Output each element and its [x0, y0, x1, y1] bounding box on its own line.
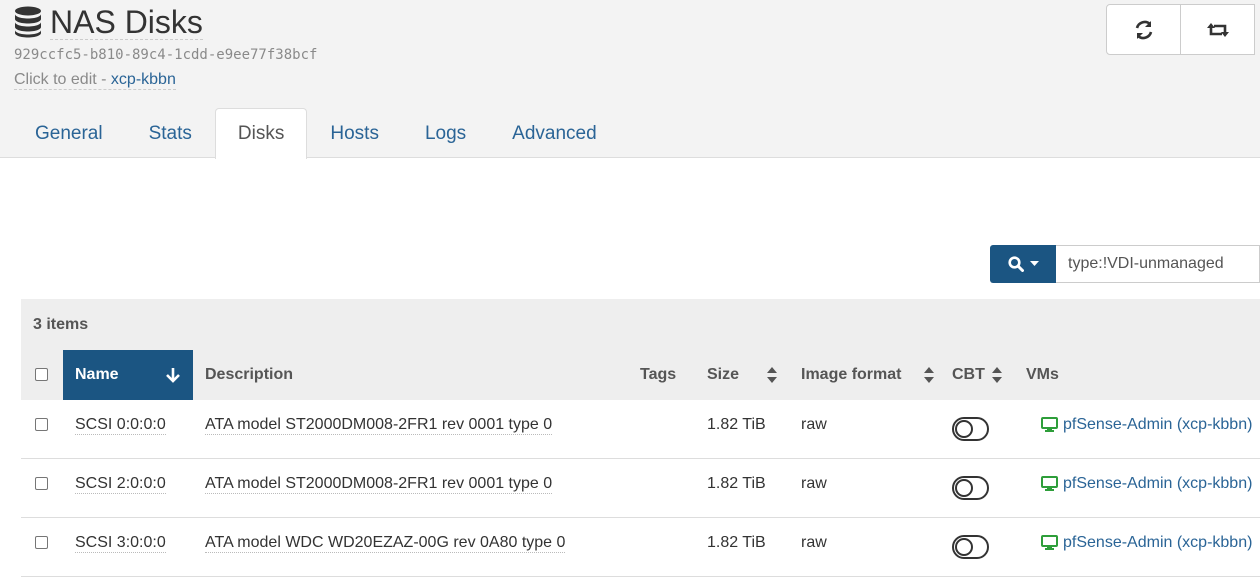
disks-table: 3 items Name Description Tags Size Image…: [21, 299, 1260, 577]
toggle-knob: [955, 479, 973, 497]
vm-link[interactable]: pfSense-Admin (xcp-kbbn): [1063, 534, 1252, 552]
disk-description[interactable]: ATA model ST2000DM008-2FR1 rev 0001 type…: [205, 416, 553, 435]
host-link[interactable]: xcp-kbbn: [111, 71, 176, 88]
cbt-toggle[interactable]: [952, 476, 989, 500]
vm-link[interactable]: pfSense-Admin (xcp-kbbn): [1063, 416, 1252, 434]
toggle-knob: [955, 538, 973, 556]
rescan-button[interactable]: [1106, 4, 1181, 55]
toggle-knob: [955, 420, 973, 438]
table-row: SCSI 3:0:0:0 ATA model WDC WD20EZAZ-00G …: [21, 518, 1260, 577]
sr-uuid: 929ccfc5-b810-89c4-1cdd-e9ee77f38bcf: [14, 47, 318, 63]
filter-input[interactable]: [1056, 245, 1260, 283]
column-cbt-label: CBT: [952, 366, 985, 383]
table-row: SCSI 2:0:0:0 ATA model ST2000DM008-2FR1 …: [21, 459, 1260, 518]
cbt-toggle[interactable]: [952, 535, 989, 559]
vm-link[interactable]: pfSense-Admin (xcp-kbbn): [1063, 475, 1252, 493]
row-checkbox[interactable]: [35, 418, 48, 431]
desktop-icon: [1041, 417, 1058, 432]
column-size[interactable]: Size: [707, 350, 739, 400]
disk-size: 1.82 TiB: [707, 416, 766, 433]
sort-icon: [924, 367, 934, 383]
arrow-down-icon: [166, 368, 180, 383]
tab-general[interactable]: General: [12, 108, 126, 158]
search-icon: [1007, 256, 1024, 272]
header-actions: [1106, 4, 1255, 55]
edit-separator: -: [96, 71, 111, 88]
disk-format: raw: [801, 475, 827, 492]
reconnect-button[interactable]: [1180, 4, 1255, 55]
column-tags: Tags: [640, 366, 677, 383]
column-image-format[interactable]: Image format: [801, 350, 901, 400]
row-checkbox[interactable]: [35, 536, 48, 549]
disk-name[interactable]: SCSI 3:0:0:0: [75, 534, 166, 553]
tab-advanced[interactable]: Advanced: [489, 108, 620, 158]
tab-stats[interactable]: Stats: [126, 108, 215, 158]
disk-name[interactable]: SCSI 2:0:0:0: [75, 475, 166, 494]
tab-hosts[interactable]: Hosts: [307, 108, 402, 158]
table-header: Name Description Tags Size Image format …: [21, 350, 1260, 400]
tab-logs[interactable]: Logs: [402, 108, 489, 158]
database-icon: [15, 6, 41, 38]
column-format-label: Image format: [801, 366, 902, 383]
tab-bar: General Stats Disks Hosts Logs Advanced: [12, 108, 620, 159]
page-header: NAS Disks 929ccfc5-b810-89c4-1cdd-e9ee77…: [0, 0, 1260, 159]
title-row: NAS Disks: [14, 4, 203, 40]
edit-description[interactable]: Click to edit - xcp-kbbn: [14, 71, 176, 90]
filter-bar: [990, 245, 1260, 283]
edit-prefix: Click to edit: [14, 71, 97, 88]
disk-description[interactable]: ATA model WDC WD20EZAZ-00G rev 0A80 type…: [205, 534, 566, 553]
disk-size: 1.82 TiB: [707, 475, 766, 492]
retweet-icon: [1206, 22, 1229, 37]
table-row: SCSI 0:0:0:0 ATA model ST2000DM008-2FR1 …: [21, 400, 1260, 459]
disk-format: raw: [801, 416, 827, 433]
tab-disks[interactable]: Disks: [214, 108, 308, 159]
column-vms: VMs: [1026, 366, 1059, 383]
sort-icon: [767, 367, 777, 383]
disk-name[interactable]: SCSI 0:0:0:0: [75, 416, 166, 435]
desktop-icon: [1041, 535, 1058, 550]
column-size-label: Size: [707, 366, 740, 383]
disk-size: 1.82 TiB: [707, 534, 766, 551]
filter-menu-button[interactable]: [990, 245, 1056, 283]
column-description[interactable]: Description: [205, 350, 293, 400]
select-all-checkbox[interactable]: [35, 368, 48, 381]
column-name[interactable]: Name: [63, 350, 193, 400]
column-name-label: Name: [75, 366, 119, 383]
cbt-toggle[interactable]: [952, 417, 989, 441]
disk-format: raw: [801, 534, 827, 551]
row-checkbox[interactable]: [35, 477, 48, 490]
disk-description[interactable]: ATA model ST2000DM008-2FR1 rev 0001 type…: [205, 475, 553, 494]
refresh-icon: [1135, 20, 1152, 39]
column-cbt[interactable]: CBT: [952, 350, 985, 400]
item-count: 3 items: [21, 299, 1260, 350]
sort-icon: [992, 367, 1002, 383]
page-title[interactable]: NAS Disks: [50, 5, 203, 40]
caret-down-icon: [1029, 261, 1039, 266]
desktop-icon: [1041, 476, 1058, 491]
